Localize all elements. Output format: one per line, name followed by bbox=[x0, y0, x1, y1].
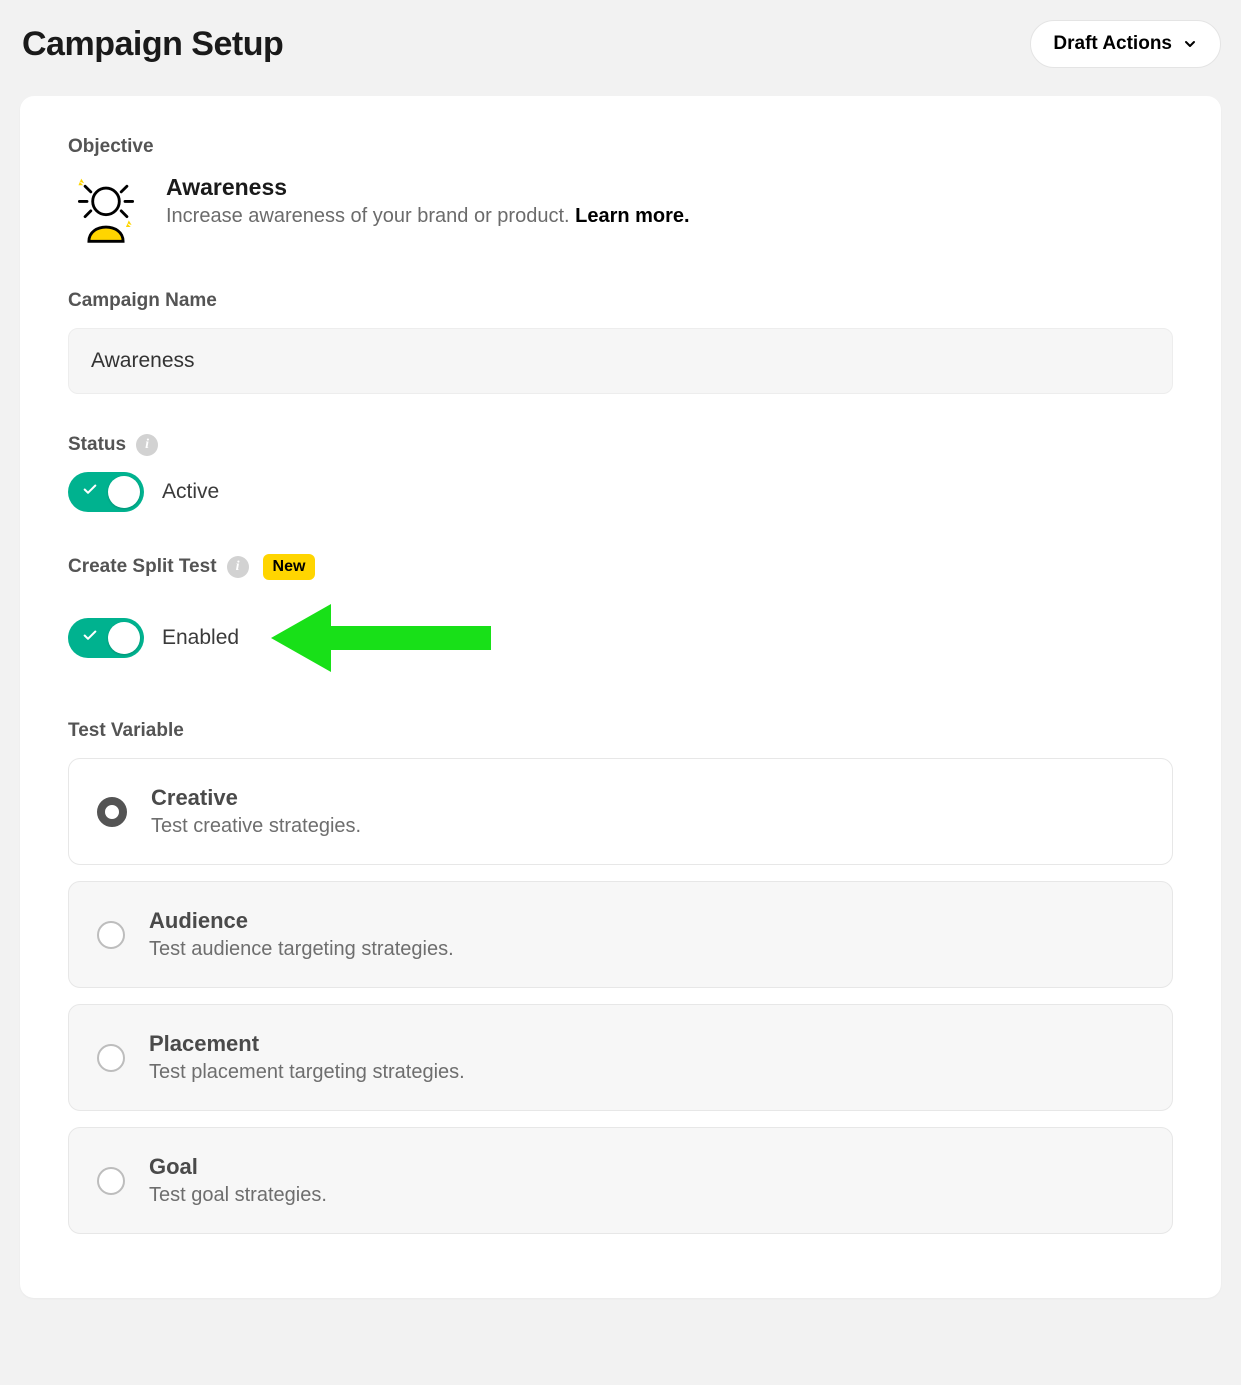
status-value: Active bbox=[162, 480, 219, 504]
option-title: Creative bbox=[151, 785, 361, 811]
split-test-value: Enabled bbox=[162, 626, 239, 650]
option-desc: Test goal strategies. bbox=[149, 1184, 327, 1207]
status-toggle[interactable] bbox=[68, 472, 144, 512]
campaign-name-input[interactable] bbox=[68, 328, 1173, 394]
info-icon[interactable]: i bbox=[136, 434, 158, 456]
split-test-label: Create Split Test i bbox=[68, 556, 249, 578]
campaign-name-label: Campaign Name bbox=[68, 290, 1173, 312]
option-creative[interactable]: Creative Test creative strategies. bbox=[68, 758, 1173, 865]
radio-icon bbox=[97, 1044, 125, 1072]
awareness-icon bbox=[68, 174, 144, 244]
arrow-annotation bbox=[271, 598, 491, 678]
toggle-knob bbox=[108, 622, 140, 654]
info-icon[interactable]: i bbox=[227, 556, 249, 578]
option-title: Goal bbox=[149, 1154, 327, 1180]
page-title: Campaign Setup bbox=[22, 25, 283, 64]
objective-title: Awareness bbox=[166, 174, 690, 201]
status-label: Status i bbox=[68, 434, 1173, 456]
test-variable-label: Test Variable bbox=[68, 720, 1173, 742]
option-audience[interactable]: Audience Test audience targeting strateg… bbox=[68, 881, 1173, 988]
option-desc: Test placement targeting strategies. bbox=[149, 1061, 465, 1084]
split-test-toggle[interactable] bbox=[68, 618, 144, 658]
check-icon bbox=[82, 628, 98, 649]
new-badge: New bbox=[263, 554, 316, 580]
option-desc: Test audience targeting strategies. bbox=[149, 938, 454, 961]
option-goal[interactable]: Goal Test goal strategies. bbox=[68, 1127, 1173, 1234]
learn-more-link[interactable]: Learn more. bbox=[575, 205, 689, 227]
option-desc: Test creative strategies. bbox=[151, 815, 361, 838]
radio-icon bbox=[97, 921, 125, 949]
objective-description: Increase awareness of your brand or prod… bbox=[166, 205, 690, 228]
chevron-down-icon bbox=[1182, 36, 1198, 52]
option-placement[interactable]: Placement Test placement targeting strat… bbox=[68, 1004, 1173, 1111]
radio-selected-icon bbox=[97, 797, 127, 827]
campaign-setup-card: Objective Awareness Increase awareness o… bbox=[20, 96, 1221, 1298]
option-title: Audience bbox=[149, 908, 454, 934]
toggle-knob bbox=[108, 476, 140, 508]
objective-label: Objective bbox=[68, 136, 1173, 158]
draft-actions-label: Draft Actions bbox=[1053, 33, 1172, 55]
check-icon bbox=[82, 482, 98, 503]
option-title: Placement bbox=[149, 1031, 465, 1057]
radio-icon bbox=[97, 1167, 125, 1195]
draft-actions-button[interactable]: Draft Actions bbox=[1030, 20, 1221, 68]
